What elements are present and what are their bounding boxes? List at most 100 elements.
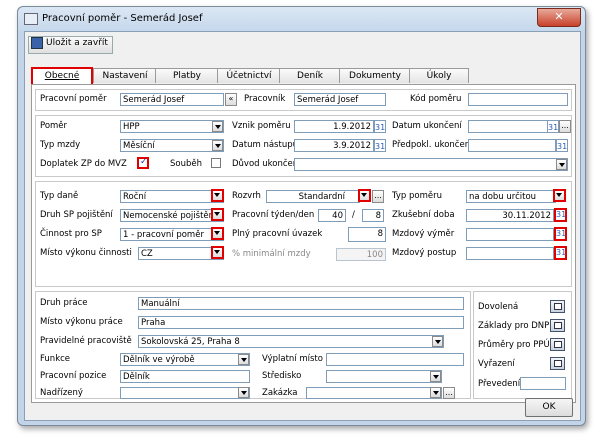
vznik-field[interactable]: 1.9.2012 [294, 120, 374, 133]
pracovnik-field[interactable]: Semerád Josef [294, 93, 386, 106]
tab-ukoly[interactable]: Úkoly [409, 68, 469, 83]
pracovni-pomer-field[interactable]: Semerád Josef [120, 93, 224, 106]
prevedeni-field[interactable] [520, 377, 566, 390]
duvod-select[interactable] [294, 158, 568, 171]
misto-cinnosti-label: Místo výkonu činnosti [40, 248, 132, 258]
save-and-close-button[interactable]: Uložit a zavřít [28, 36, 113, 54]
slash-label: / [352, 210, 355, 220]
more-button[interactable]: ... [559, 120, 571, 133]
vyplatni-label: Výplatní místo [262, 354, 323, 364]
tab-dokumenty[interactable]: Dokumenty [339, 68, 411, 83]
chevron-down-icon[interactable] [212, 121, 223, 132]
chevron-down-icon[interactable] [211, 189, 224, 202]
misto-prace-field[interactable]: Praha [138, 316, 464, 329]
chevron-down-icon[interactable] [238, 387, 249, 398]
chevron-down-icon[interactable] [430, 387, 441, 398]
chevron-down-icon[interactable] [430, 371, 441, 382]
druh-prace-field[interactable]: Manuální [138, 297, 464, 310]
calendar-icon[interactable]: 31 [374, 139, 386, 152]
chevron-down-icon[interactable] [211, 227, 224, 240]
prevedeni-label: Převedení [478, 379, 521, 389]
soubeh-label: Souběh [170, 159, 202, 169]
rozvrh-more-button[interactable]: ... [372, 190, 384, 203]
stredisko-label: Středisko [262, 371, 302, 381]
tab-nastaveni[interactable]: Nastavení [93, 68, 157, 83]
zaklady-button[interactable] [550, 319, 565, 332]
rozvrh-select[interactable]: Standardní [266, 190, 360, 203]
typ-dane-select[interactable]: Roční [120, 190, 224, 203]
tab-denik[interactable]: Deník [279, 68, 341, 83]
nadrizeny-label: Nadřízený [40, 388, 83, 398]
calendar-icon[interactable]: 31 [374, 120, 386, 133]
pozice-field[interactable]: Dělník [120, 370, 250, 383]
predpokl-field[interactable] [468, 139, 556, 152]
pracovni-pomer-button[interactable]: « [225, 93, 237, 106]
doplatek-checkbox[interactable]: ✓ [137, 157, 149, 169]
chevron-down-icon[interactable] [553, 189, 566, 202]
chevron-down-icon[interactable] [211, 208, 224, 221]
calendar-icon[interactable]: 31 [547, 120, 559, 133]
tab-label: Nastavení [102, 71, 148, 81]
section-taxes: Typ daně Roční Druh SP pojištění Nemocen… [35, 181, 572, 287]
section-contract: Poměr HPP Typ mzdy Měsíční Doplatek ZP d… [35, 115, 572, 177]
zkusebni-field[interactable]: 30.11.2012 [466, 209, 554, 222]
vyplatni-field[interactable] [326, 353, 464, 366]
den-field[interactable]: 8 [362, 209, 384, 222]
ok-button[interactable]: OK [525, 398, 573, 417]
chevron-down-icon[interactable] [358, 189, 371, 202]
tyden-label: Pracovní týden/den [232, 210, 315, 220]
typ-pomeru-select[interactable]: na dobu určitou [466, 190, 556, 203]
close-button[interactable]: ✕ [537, 8, 581, 27]
tab-label: Úkoly [426, 71, 452, 81]
nastup-field[interactable]: 3.9.2012 [294, 139, 374, 152]
min-mzda-field[interactable]: 100 [336, 248, 386, 261]
chevron-down-icon[interactable] [212, 140, 223, 151]
dialog-client: Uložit a zavřít Obecné Nastavení Platby … [24, 31, 581, 421]
chevron-down-icon[interactable] [238, 354, 249, 365]
pravidelne-select[interactable]: Sokolovská 25, Praha 8 [138, 335, 444, 348]
calendar-icon[interactable]: 31 [556, 139, 568, 152]
chevron-down-icon[interactable] [211, 246, 224, 259]
soubeh-checkbox[interactable] [211, 158, 221, 168]
calendar-icon[interactable]: 31 [554, 227, 567, 241]
chevron-down-icon[interactable] [556, 159, 567, 170]
misto-prace-label: Místo výkonu práce [40, 317, 123, 327]
zakazka-more-button[interactable]: ... [443, 387, 455, 399]
cinnost-label: Činnost pro SP [40, 229, 102, 239]
section-identification: Pracovní poměr Semerád Josef « Pracovník… [35, 89, 572, 111]
dovolena-button[interactable] [550, 300, 565, 313]
ukonceni-label: Datum ukončení [392, 121, 462, 131]
postup-field[interactable] [466, 247, 554, 260]
kod-pomeru-field[interactable] [468, 93, 568, 106]
tyden-field[interactable]: 40 [318, 209, 346, 222]
vymer-field[interactable] [466, 228, 554, 241]
nadrizeny-select[interactable] [120, 387, 250, 399]
uvazek-field[interactable]: 8 [348, 227, 386, 242]
druh-sp-select[interactable]: Nemocenské pojištění [120, 209, 224, 222]
nastup-label: Datum nástupu [232, 140, 298, 150]
calendar-icon[interactable]: 31 [554, 246, 567, 260]
pozice-label: Pracovní pozice [40, 371, 107, 381]
zaklady-label: Základy pro DNP [478, 321, 550, 331]
doplatek-label: Doplatek ZP do MVZ [40, 159, 127, 169]
zakazka-select[interactable] [306, 387, 442, 399]
funkce-label: Funkce [40, 354, 71, 364]
prumery-button[interactable] [550, 338, 565, 351]
vyrazeni-button[interactable] [550, 357, 565, 370]
druh-prace-label: Druh práce [40, 298, 88, 308]
tab-platby[interactable]: Platby [155, 68, 219, 83]
pomer-select[interactable]: HPP [120, 120, 224, 133]
stredisko-select[interactable] [326, 370, 442, 383]
tab-panel-obecne: Pracovní poměr Semerád Josef « Pracovník… [31, 84, 576, 403]
typ-mzdy-select[interactable]: Měsíční [120, 139, 224, 152]
title-bar[interactable]: Pracovní poměr - Semerád Josef ✕ [18, 7, 585, 31]
funkce-select[interactable]: Dělník ve výrobě [120, 353, 250, 366]
chevron-down-icon[interactable] [432, 336, 443, 347]
section-related: Dovolená Základy pro DNP Průměry pro PPÚ… [473, 291, 572, 399]
vznik-label: Vznik poměru [232, 121, 291, 131]
ukonceni-field[interactable] [468, 120, 548, 133]
calendar-icon[interactable]: 31 [554, 208, 567, 222]
tab-ucetnictvi[interactable]: Účetnictví [217, 68, 281, 83]
tab-label: Deník [297, 71, 323, 81]
cinnost-select[interactable]: 1 - pracovní poměr [120, 228, 224, 241]
